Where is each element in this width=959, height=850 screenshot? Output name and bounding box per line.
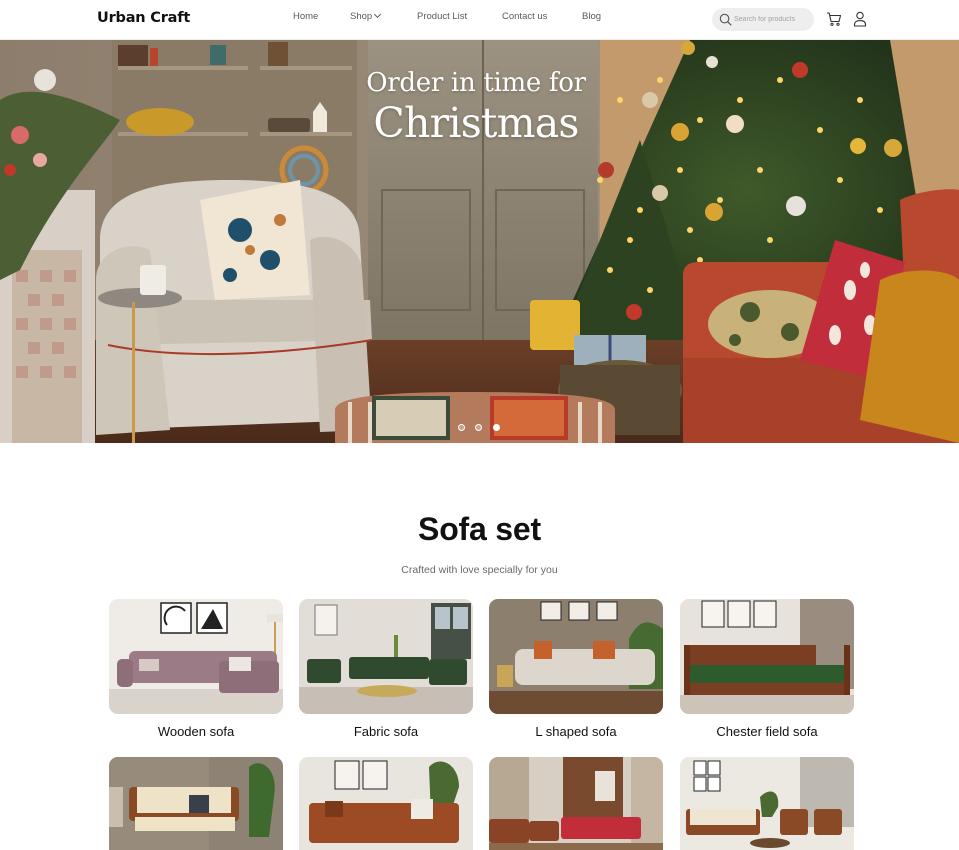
cart-icon[interactable] bbox=[826, 11, 842, 27]
nav-contact-link[interactable]: Contact us bbox=[502, 11, 547, 22]
category-card-l-shaped-sofa[interactable]: L shaped sofa bbox=[489, 599, 663, 739]
logo[interactable]: Urban Craft bbox=[97, 10, 190, 26]
category-label[interactable]: Chester field sofa bbox=[680, 724, 854, 739]
hero-banner[interactable]: Order in time for Christmas bbox=[0, 40, 959, 443]
category-image[interactable] bbox=[489, 599, 663, 714]
category-card-wooden-sofa[interactable]: Wooden sofa bbox=[109, 599, 283, 739]
chevron-down-icon[interactable] bbox=[374, 10, 382, 19]
nav-contact[interactable]: Contact us bbox=[502, 11, 547, 22]
category-image[interactable] bbox=[299, 757, 473, 850]
section-subtitle: Crafted with love specially for you bbox=[401, 564, 558, 576]
nav-blog-link[interactable]: Blog bbox=[582, 11, 601, 22]
nav-home[interactable]: Home bbox=[293, 11, 318, 22]
nav-shop[interactable]: Shop bbox=[350, 10, 382, 22]
category-card-fabric-sofa[interactable]: Fabric sofa bbox=[299, 599, 473, 739]
category-image[interactable] bbox=[680, 757, 854, 850]
category-card[interactable] bbox=[489, 757, 663, 850]
search-icon[interactable] bbox=[719, 13, 732, 26]
nav-home-link[interactable]: Home bbox=[293, 11, 318, 22]
category-image[interactable] bbox=[299, 599, 473, 714]
category-card[interactable] bbox=[680, 757, 854, 850]
category-image[interactable] bbox=[680, 599, 854, 714]
section-title: Sofa set bbox=[418, 511, 541, 547]
carousel-dots bbox=[458, 418, 506, 431]
hero-title-line2: Christmas bbox=[373, 99, 579, 147]
nav-blog[interactable]: Blog bbox=[582, 11, 601, 22]
category-card-chester-field-sofa[interactable]: Chester field sofa bbox=[680, 599, 854, 739]
hero-title: Order in time for Christmas bbox=[360, 66, 592, 146]
category-label[interactable]: Wooden sofa bbox=[109, 724, 283, 739]
category-image[interactable] bbox=[489, 757, 663, 850]
nav-product-list-link[interactable]: Product List bbox=[417, 11, 467, 22]
nav-shop-link[interactable]: Shop bbox=[350, 11, 372, 22]
carousel-dot-1[interactable] bbox=[458, 424, 465, 431]
category-label[interactable]: L shaped sofa bbox=[489, 724, 663, 739]
category-card[interactable] bbox=[299, 757, 473, 850]
nav-product-list[interactable]: Product List bbox=[417, 11, 467, 22]
site-header: Urban Craft Home Shop Product List Conta… bbox=[0, 0, 959, 40]
hero-title-line1: Order in time for bbox=[366, 68, 586, 98]
category-image[interactable] bbox=[109, 599, 283, 714]
user-icon[interactable] bbox=[853, 11, 867, 27]
carousel-dot-3[interactable] bbox=[492, 424, 500, 431]
category-image[interactable] bbox=[109, 757, 283, 850]
search-box[interactable] bbox=[712, 8, 814, 31]
category-card[interactable] bbox=[109, 757, 283, 850]
category-label[interactable]: Fabric sofa bbox=[299, 724, 473, 739]
search-input[interactable] bbox=[734, 12, 810, 27]
